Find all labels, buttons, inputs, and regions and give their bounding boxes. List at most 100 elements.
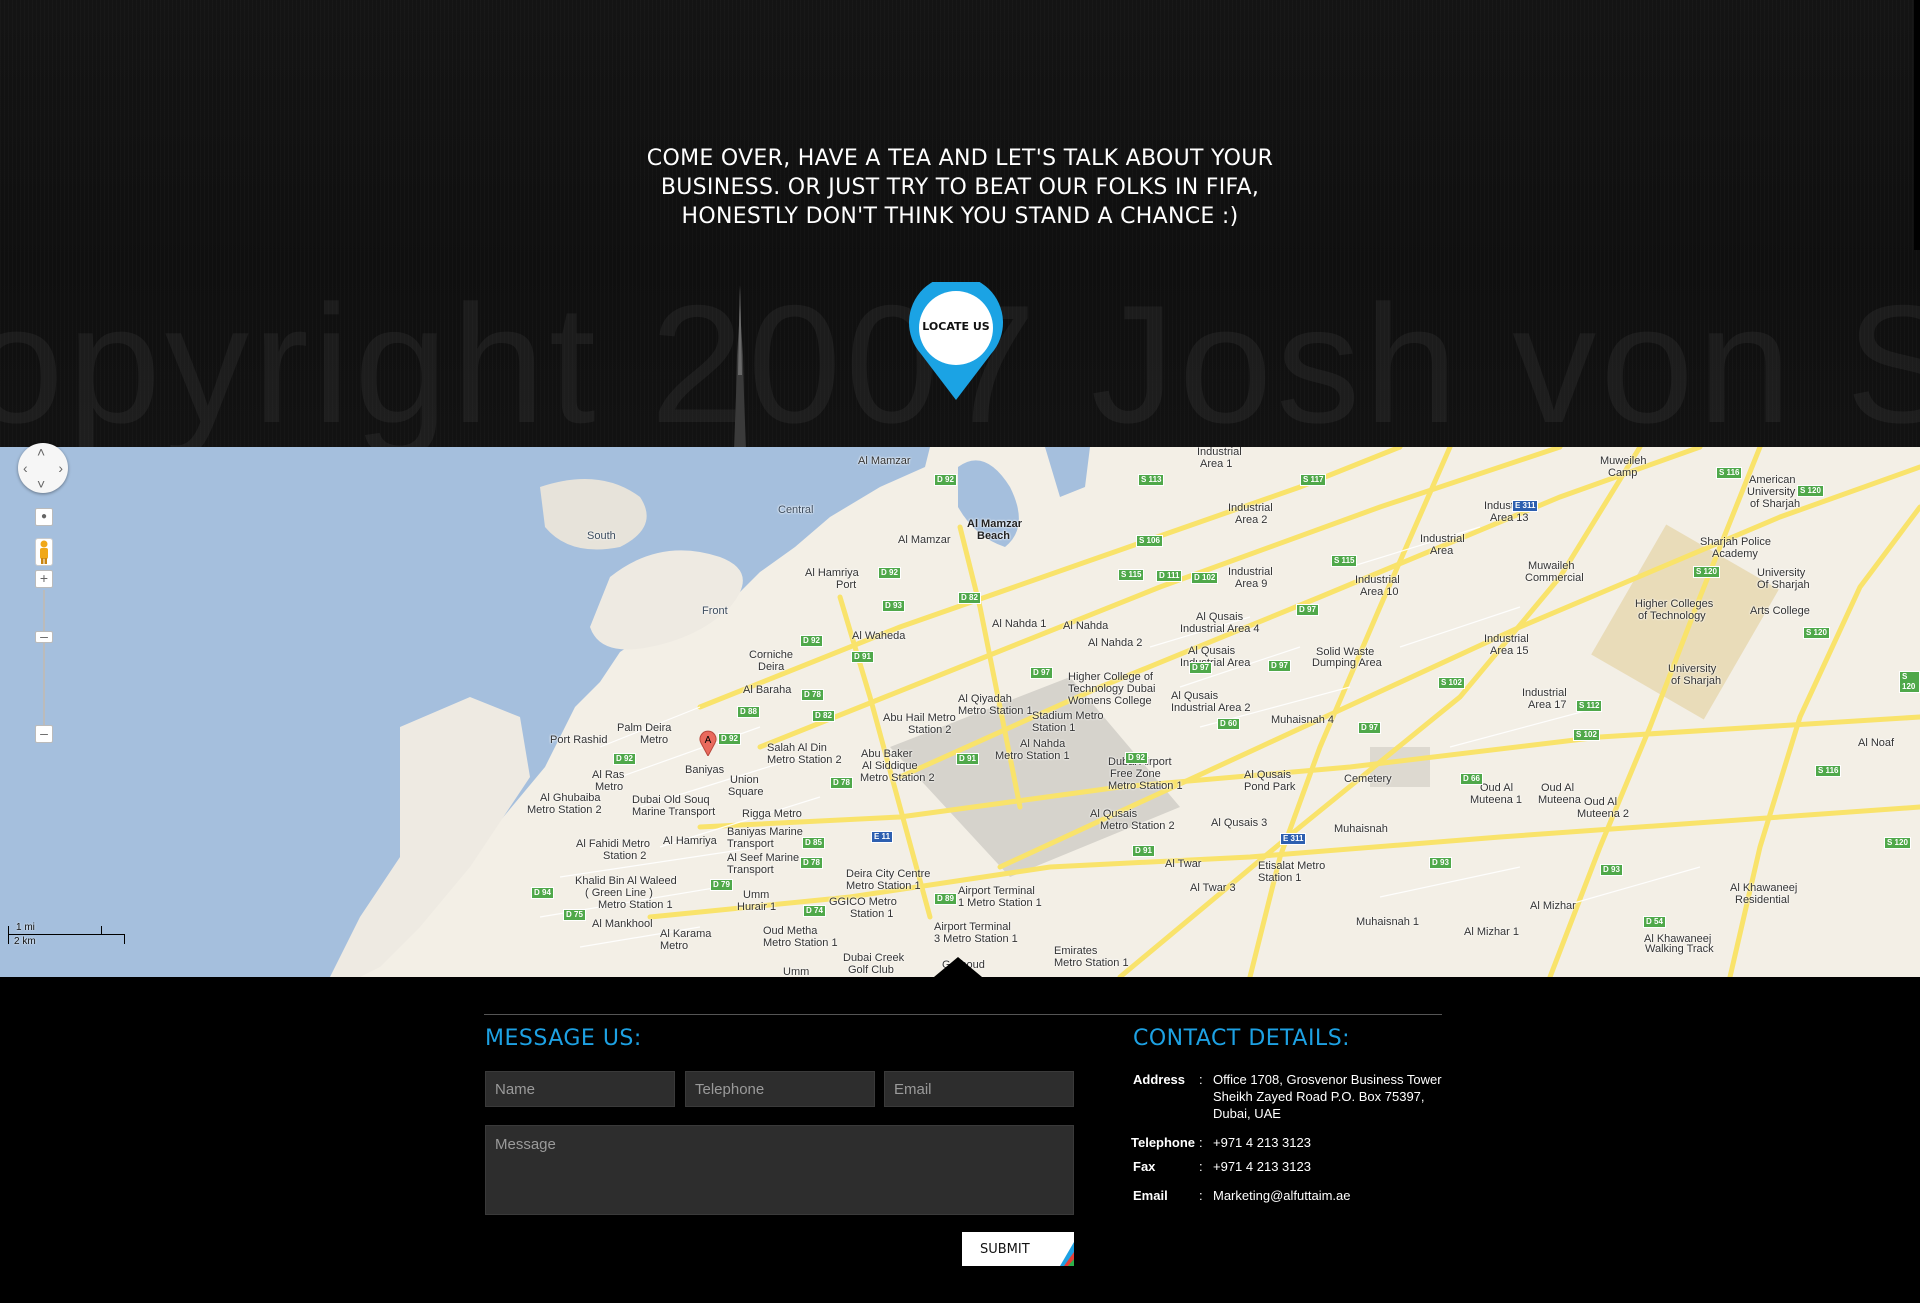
- zoom-in-button[interactable]: +: [35, 570, 53, 588]
- road-shield: D 91: [1132, 845, 1155, 857]
- contact-details-heading: CONTACT DETAILS:: [1133, 1026, 1351, 1051]
- map-place-label: Industrial Area 4: [1180, 623, 1260, 635]
- map-place-label: Airport Terminal: [934, 921, 1011, 933]
- road-shield: S 116: [1815, 765, 1842, 777]
- map-place-label: Port: [836, 579, 857, 591]
- map-place-label: Al Baraha: [743, 684, 792, 696]
- map-place-label: Al Mankhool: [592, 918, 653, 930]
- submit-corner-icon: [1060, 1242, 1074, 1266]
- map-place-label: Al Qusais 3: [1211, 817, 1268, 829]
- zoom-slider-handle[interactable]: –: [35, 629, 53, 643]
- road-shield: S 120: [1803, 627, 1830, 639]
- name-input[interactable]: [485, 1071, 675, 1107]
- map-place-label: Al Mamzar: [898, 534, 951, 546]
- submit-button[interactable]: SUBMIT: [962, 1232, 1074, 1266]
- map-place-label: Industrial: [1420, 533, 1465, 545]
- map-place-label: Rigga Metro: [742, 808, 802, 820]
- map-place-label: Oud Al: [1584, 796, 1618, 808]
- map-place-label: Al Qusais: [1244, 769, 1292, 781]
- fax-label: Fax: [1133, 1159, 1156, 1174]
- map-place-label: Higher College of: [1068, 671, 1153, 683]
- separator: :: [1199, 1135, 1203, 1150]
- email-link[interactable]: Marketing@alfuttaim.ae: [1213, 1187, 1350, 1204]
- road-shield: D 102: [1191, 572, 1219, 584]
- map-place-label: Dubai Old Souq: [632, 794, 710, 806]
- pan-up-icon[interactable]: ˄: [37, 445, 45, 459]
- message-textarea[interactable]: [485, 1125, 1074, 1215]
- email-input[interactable]: [884, 1071, 1074, 1107]
- scrollbar-thumb[interactable]: [1914, 0, 1920, 250]
- map-place-label: Etisalat Metro: [1258, 860, 1326, 872]
- street-view-pegman-icon[interactable]: [35, 538, 53, 566]
- road-shield: D 97: [1030, 667, 1053, 679]
- tagline-line: COME OVER, HAVE A TEA AND LET'S TALK ABO…: [646, 146, 1274, 171]
- road-shield: D 92: [1125, 752, 1148, 764]
- road-shield: D 75: [563, 909, 586, 921]
- zoom-slider-track[interactable]: [43, 590, 45, 730]
- map-place-label: Al Qusais: [1171, 690, 1219, 702]
- zoom-out-button[interactable]: –: [35, 725, 53, 743]
- section-divider: [484, 1014, 1442, 1015]
- road-shield: D 85: [802, 837, 825, 849]
- map-place-label: Metro Station 2: [527, 804, 602, 816]
- map-place-label: Emirates: [1054, 945, 1098, 957]
- separator: :: [1199, 1072, 1203, 1087]
- map-place-label: Metro Station 1: [1108, 780, 1183, 792]
- address-line: Sheikh Zayed Road P.O. Box 75397,: [1213, 1089, 1425, 1104]
- map-place-label: Metro Station 1: [598, 899, 673, 911]
- location-marker-icon[interactable]: A: [699, 730, 717, 756]
- map-place-label: Residential: [1735, 894, 1790, 906]
- map-place-label: Industrial Area 2: [1171, 702, 1251, 714]
- map-place-label: of Technology: [1638, 610, 1706, 622]
- map-place-label: Al Hamriya: [805, 567, 859, 579]
- map-place-label: Industrial: [1522, 687, 1567, 699]
- road-shield: D 89: [934, 893, 957, 905]
- map-place-label: Airport Terminal: [958, 885, 1035, 897]
- map-place-label: Commercial: [1525, 572, 1584, 584]
- road-shield: D 82: [812, 710, 835, 722]
- map-place-label: Metro Station 1: [995, 750, 1070, 762]
- map-place-label: Area 17: [1528, 699, 1567, 711]
- map-place-label: Industrial: [1355, 574, 1400, 586]
- telephone-value: +971 4 213 3123: [1213, 1135, 1311, 1150]
- map-place-label: Al Nahda 2: [1088, 637, 1143, 649]
- map-place-label: Metro Station 1: [846, 880, 921, 892]
- map-pan-control[interactable]: ‹ › ˄ ˅: [18, 443, 68, 493]
- pan-left-icon[interactable]: ‹: [23, 461, 28, 475]
- map-place-label: Oud Al: [1541, 782, 1575, 794]
- map-place-label: Al Ghubaiba: [540, 792, 601, 804]
- map-place-label: Metro Station 2: [860, 772, 935, 784]
- map-place-label: Metro Station 1: [958, 705, 1033, 717]
- map-place-label: GGICO Metro: [829, 896, 897, 908]
- address-value: Office 1708, Grosvenor Business Tower Sh…: [1213, 1071, 1442, 1122]
- map-place-label: Of Sharjah: [1757, 579, 1810, 591]
- map-place-label: Transport: [727, 838, 774, 850]
- map-place-label: Camp: [1608, 467, 1638, 479]
- map-place-label: Al Mamzar: [967, 518, 1023, 530]
- map-place-label: Golf Club: [848, 964, 894, 976]
- map-place-label: Free Zone: [1110, 768, 1161, 780]
- map-place-label: Metro Station 1: [763, 937, 838, 949]
- map-section[interactable]: Al Mamzar Central South Al Mamzar Al Mamzar B…: [0, 447, 1920, 977]
- map-place-label: Industrial: [1484, 633, 1529, 645]
- map-place-label: Station 2: [908, 724, 952, 736]
- telephone-input[interactable]: [685, 1071, 875, 1107]
- map-place-label: Metro Station 1: [1054, 957, 1129, 969]
- locate-us-button[interactable]: LOCATE US: [909, 282, 1003, 402]
- pan-right-icon[interactable]: ›: [58, 461, 63, 475]
- map-place-label: Beach: [977, 530, 1011, 542]
- map-center-button[interactable]: ●: [35, 508, 53, 526]
- highway-shield: E 11: [871, 831, 894, 843]
- map-place-label: Al Nahda: [1020, 738, 1066, 750]
- map-place-label: South: [587, 530, 616, 542]
- map-place-label: Al Nahda: [1063, 620, 1109, 632]
- map-place-label: Al Nahda 1: [992, 618, 1047, 630]
- map-place-label: Abu Hail Metro: [883, 712, 956, 724]
- fax-value: +971 4 213 3123: [1213, 1159, 1311, 1174]
- road-shield: S 120: [1797, 485, 1824, 497]
- map-place-label: Corniche: [749, 649, 794, 661]
- map-place-label: Station 1: [1258, 872, 1302, 884]
- pan-down-icon[interactable]: ˅: [37, 477, 45, 491]
- address-label: Address: [1133, 1072, 1186, 1087]
- map-place-label: Womens College: [1068, 695, 1152, 707]
